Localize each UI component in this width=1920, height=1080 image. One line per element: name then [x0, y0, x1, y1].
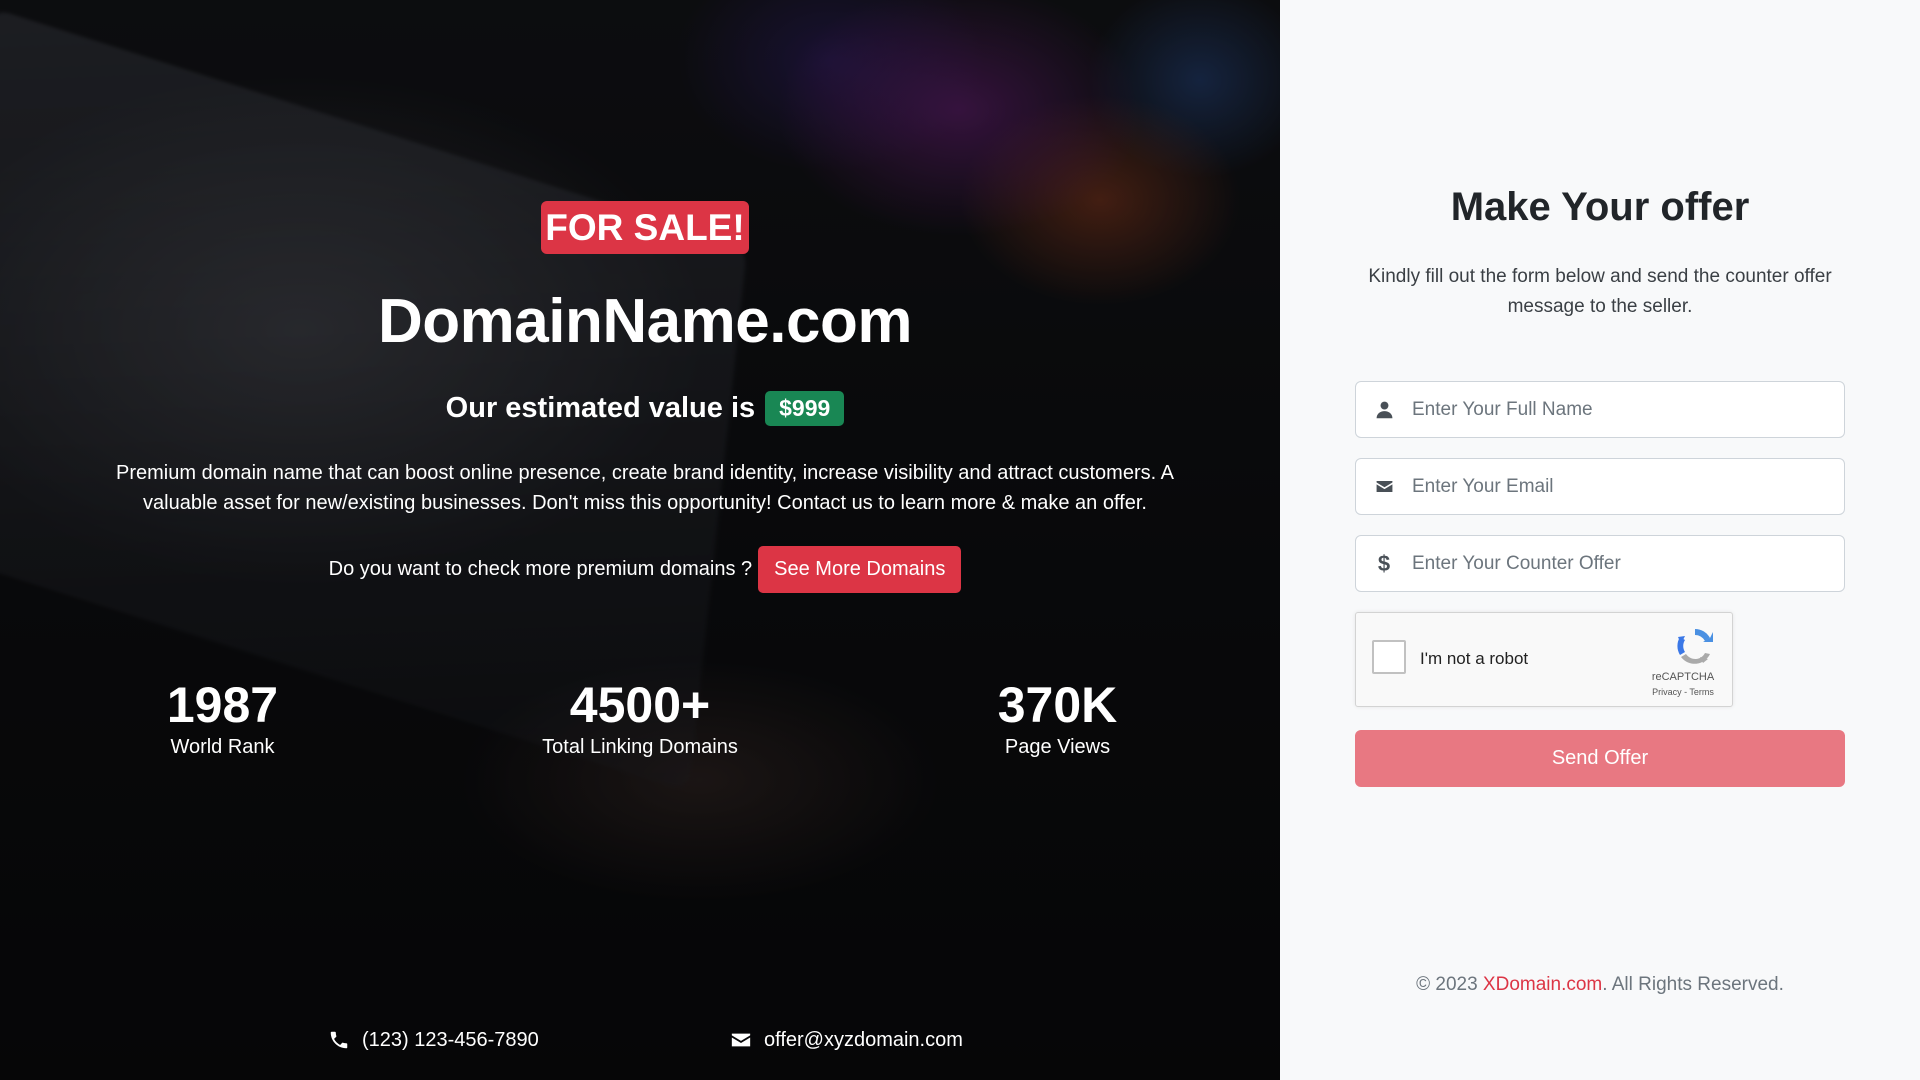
stat-value: 4500+ [569, 677, 711, 733]
footer-copyright: © 2023 XDomain.com. All Rights Reserved. [1280, 974, 1920, 996]
full-name-input[interactable] [1412, 382, 1844, 437]
user-icon [1356, 400, 1412, 419]
footer-prefix: © 2023 [1416, 974, 1483, 995]
contact-phone-text: (123) 123-456-7890 [362, 1028, 539, 1051]
phone-icon [330, 1031, 348, 1049]
estimated-value-label: Our estimated value is [445, 391, 756, 424]
dollar-icon: $ [1377, 550, 1391, 576]
contact-email[interactable]: offer@xyzdomain.com [730, 1026, 963, 1054]
stat-linking-domains: 4500+ Total Linking Domains [500, 676, 780, 760]
contact-email-text: offer@xyzdomain.com [764, 1028, 963, 1051]
stat-label: Page Views [1004, 736, 1111, 758]
form-subtitle: Kindly fill out the form below and send … [1368, 266, 1832, 317]
contact-phone[interactable]: (123) 123-456-7890 [328, 1026, 539, 1054]
stat-value: 1987 [166, 677, 279, 733]
footer-suffix: . All Rights Reserved. [1602, 974, 1784, 995]
email-input[interactable] [1412, 459, 1844, 514]
stat-page-views: 370K Page Views [950, 676, 1165, 760]
more-domains-prompt: Do you want to check more premium domain… [328, 558, 753, 580]
for-sale-badge: FOR SALE! [541, 201, 749, 254]
footer-brand-link[interactable]: XDomain.com [1483, 974, 1602, 995]
email-field [1355, 458, 1845, 515]
see-more-domains-button[interactable]: See More Domains [758, 546, 962, 593]
domain-description: Premium domain name that can boost onlin… [116, 462, 1174, 514]
envelope-icon [731, 1033, 751, 1047]
send-offer-button[interactable]: Send Offer [1355, 730, 1845, 787]
offer-form-panel: Make Your offer Kindly fill out the form… [1280, 0, 1920, 1080]
domain-title: DomainName.com [378, 287, 912, 356]
stat-label: Total Linking Domains [542, 736, 738, 758]
recaptcha-checkbox[interactable] [1372, 640, 1406, 674]
hero-content: FOR SALE! DomainName.com Our estimated v… [0, 0, 1280, 1080]
stat-value: 370K [997, 677, 1118, 733]
price-badge: $999 [765, 390, 845, 426]
envelope-icon [1356, 477, 1412, 496]
recaptcha-logo-icon [1677, 629, 1713, 664]
recaptcha-brand: reCAPTCHA [1651, 671, 1715, 683]
estimated-value-line: Our estimated value is $999 [0, 388, 1280, 428]
more-domains-line: Do you want to check more premium domain… [0, 546, 1280, 593]
recaptcha-widget: I'm not a robot reCAPTCHA Privacy - Term… [1355, 612, 1733, 707]
stat-world-rank: 1987 World Rank [120, 676, 325, 760]
full-name-field [1355, 381, 1845, 438]
counter-offer-input[interactable] [1412, 536, 1844, 591]
recaptcha-label: I'm not a robot [1420, 649, 1529, 668]
stat-label: World Rank [170, 736, 275, 758]
hero-section: FOR SALE! DomainName.com Our estimated v… [0, 0, 1280, 1080]
form-title: Make Your offer [1450, 185, 1750, 229]
recaptcha-terms-link[interactable]: Privacy - Terms [1648, 687, 1718, 697]
counter-offer-field: $ [1355, 535, 1845, 592]
